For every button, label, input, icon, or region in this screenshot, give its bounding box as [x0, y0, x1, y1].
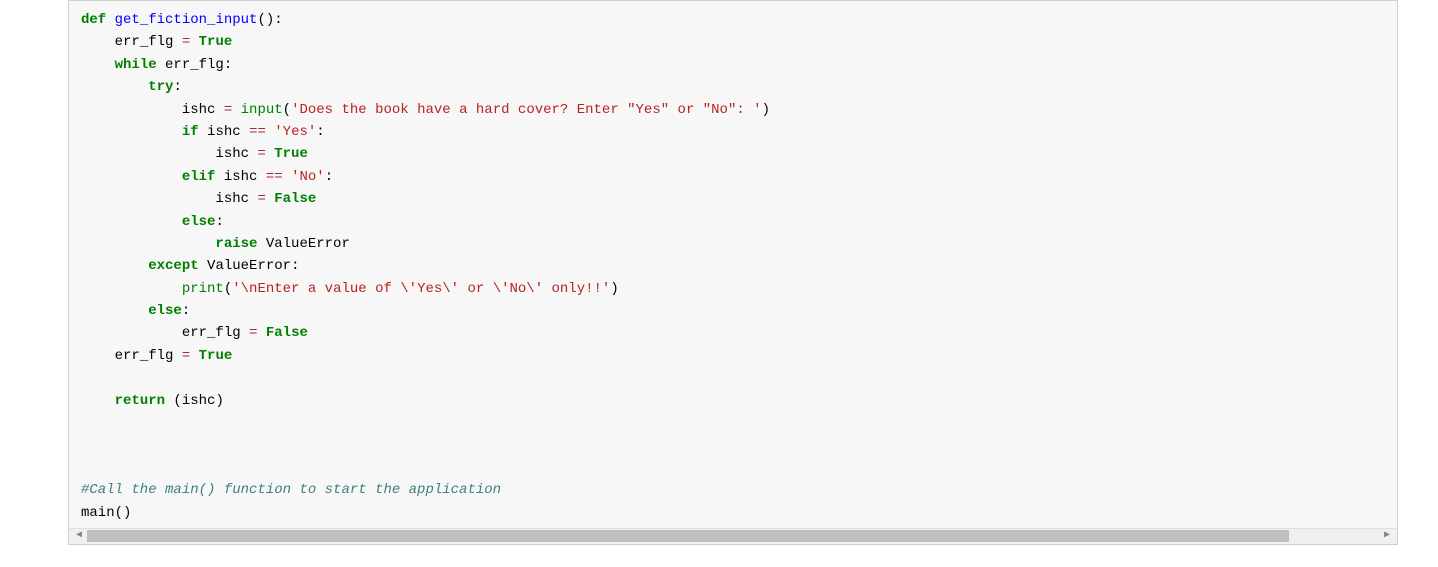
- code-token: [266, 191, 274, 207]
- code-token: False: [274, 191, 316, 207]
- code-token: try: [148, 79, 173, 95]
- code-line: [81, 457, 1385, 479]
- code-token: #Call the main() function to start the a…: [81, 482, 501, 498]
- scrollbar-track[interactable]: [87, 530, 1379, 542]
- code-token: raise: [215, 236, 257, 252]
- code-token: ValueError: [266, 236, 350, 252]
- code-token: ishc: [215, 169, 265, 185]
- code-line: elif ishc == 'No':: [81, 166, 1385, 188]
- code-token: ): [762, 102, 770, 118]
- code-token: True: [199, 34, 233, 50]
- code-token: :: [325, 169, 333, 185]
- code-token: False: [266, 325, 308, 341]
- code-token: ishc: [182, 102, 224, 118]
- code-token: 'Yes': [274, 124, 316, 140]
- code-token: ishc: [199, 124, 249, 140]
- code-token: ():: [257, 12, 282, 28]
- scroll-left-arrow-icon[interactable]: ◀: [73, 530, 85, 542]
- code-line: main(): [81, 502, 1385, 524]
- code-token: ishc: [215, 191, 257, 207]
- code-token: [257, 325, 265, 341]
- code-token: elif: [182, 169, 216, 185]
- code-line: else:: [81, 300, 1385, 322]
- code-line: except ValueError:: [81, 255, 1385, 277]
- code-line: try:: [81, 76, 1385, 98]
- code-token: (ishc): [165, 393, 224, 409]
- code-token: '\nEnter a value of \'Yes\' or \'No\' on…: [232, 281, 610, 297]
- code-line: err_flg = True: [81, 31, 1385, 53]
- code-line: def get_fiction_input():: [81, 9, 1385, 31]
- code-token: if: [182, 124, 199, 140]
- code-token: print: [182, 281, 224, 297]
- code-token: (: [224, 281, 232, 297]
- code-line: while err_flg:: [81, 54, 1385, 76]
- code-token: ishc: [215, 146, 257, 162]
- code-token: 'Does the book have a hard cover? Enter …: [291, 102, 761, 118]
- code-token: =: [182, 34, 190, 50]
- code-line: else:: [81, 211, 1385, 233]
- code-line: [81, 412, 1385, 434]
- code-content: def get_fiction_input(): err_flg = True …: [69, 9, 1397, 528]
- code-token: (: [283, 102, 291, 118]
- code-token: =: [182, 348, 190, 364]
- scroll-right-arrow-icon[interactable]: ▶: [1381, 530, 1393, 542]
- code-line: err_flg = True: [81, 345, 1385, 367]
- code-token: [190, 34, 198, 50]
- code-token: True: [274, 146, 308, 162]
- code-token: [232, 102, 240, 118]
- code-token: err_flg:: [157, 57, 233, 73]
- code-token: :: [215, 214, 223, 230]
- code-line: [81, 367, 1385, 389]
- code-token: [257, 236, 265, 252]
- code-line: ishc = False: [81, 188, 1385, 210]
- code-token: ==: [249, 124, 266, 140]
- code-line: #Call the main() function to start the a…: [81, 479, 1385, 501]
- code-token: 'No': [291, 169, 325, 185]
- horizontal-scrollbar[interactable]: ◀ ▶: [69, 528, 1397, 544]
- code-line: [81, 434, 1385, 456]
- code-cell: def get_fiction_input(): err_flg = True …: [68, 0, 1398, 545]
- code-token: =: [257, 191, 265, 207]
- code-token: def: [81, 12, 106, 28]
- code-token: [266, 146, 274, 162]
- code-token: get_fiction_input: [115, 12, 258, 28]
- code-token: [199, 258, 207, 274]
- code-token: :: [182, 303, 190, 319]
- code-token: else: [148, 303, 182, 319]
- code-token: [190, 348, 198, 364]
- scrollbar-thumb-gap: [1289, 530, 1379, 542]
- code-token: err_flg: [115, 348, 182, 364]
- code-token: main(): [81, 505, 131, 521]
- code-token: ==: [266, 169, 283, 185]
- code-token: err_flg: [182, 325, 249, 341]
- code-token: =: [257, 146, 265, 162]
- code-token: [283, 169, 291, 185]
- code-line: ishc = True: [81, 143, 1385, 165]
- code-line: if ishc == 'Yes':: [81, 121, 1385, 143]
- code-token: ValueError: [207, 258, 291, 274]
- code-token: :: [173, 79, 181, 95]
- code-token: True: [199, 348, 233, 364]
- code-token: return: [115, 393, 165, 409]
- code-token: :: [291, 258, 299, 274]
- code-token: input: [241, 102, 283, 118]
- code-token: else: [182, 214, 216, 230]
- code-line: print('\nEnter a value of \'Yes\' or \'N…: [81, 278, 1385, 300]
- code-line: return (ishc): [81, 390, 1385, 412]
- code-token: :: [316, 124, 324, 140]
- code-token: err_flg: [115, 34, 182, 50]
- code-token: except: [148, 258, 198, 274]
- code-line: raise ValueError: [81, 233, 1385, 255]
- code-token: while: [115, 57, 157, 73]
- code-line: ishc = input('Does the book have a hard …: [81, 99, 1385, 121]
- code-token: =: [224, 102, 232, 118]
- code-token: ): [610, 281, 618, 297]
- code-token: [106, 12, 114, 28]
- code-line: err_flg = False: [81, 322, 1385, 344]
